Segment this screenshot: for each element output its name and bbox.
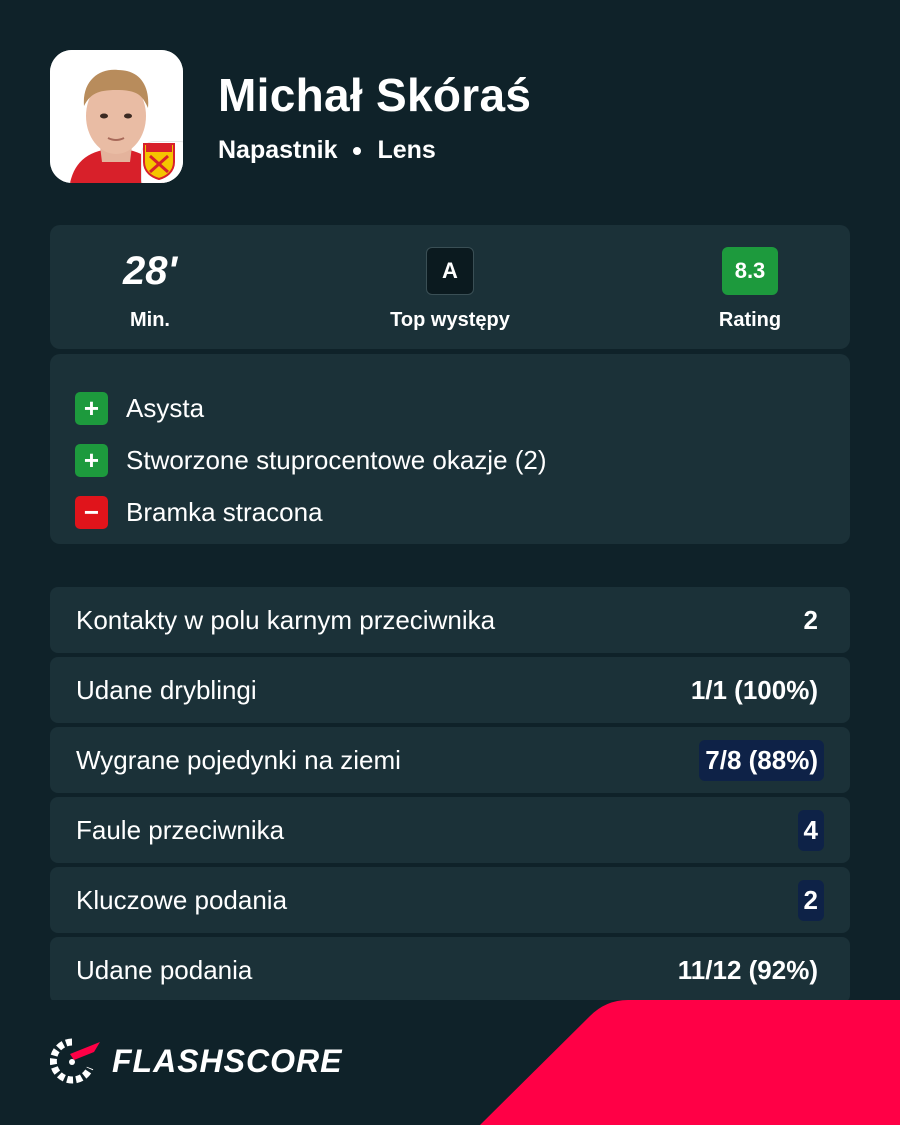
event-label: Bramka stracona	[126, 496, 323, 527]
plus-icon: +	[75, 391, 108, 425]
player-header: Michał Skóraś Napastnik Lens	[50, 50, 850, 190]
event-label: Stworzone stuprocentowe okazje (2)	[126, 444, 547, 475]
player-meta: Napastnik Lens	[218, 136, 436, 165]
club-badge-icon	[142, 142, 183, 183]
stat-value: 1/1 (100%)	[690, 674, 818, 705]
stat-label: Udane dryblingi	[76, 674, 257, 705]
player-position: Napastnik	[218, 136, 338, 164]
stat-value-highlighted: 2	[797, 879, 824, 921]
event-item: + Asysta	[75, 382, 825, 434]
stat-value: 2	[803, 604, 818, 635]
stat-row: Kluczowe podania 2	[50, 867, 850, 933]
stat-value: 11/12 (92%)	[677, 954, 818, 985]
stat-row: Wygrane pojedynki na ziemi 7/8 (88%)	[50, 727, 850, 793]
stat-label: Kluczowe podania	[76, 884, 288, 915]
top-performance-badge: A	[426, 247, 474, 295]
top-performance-block: A Top występy	[350, 225, 550, 349]
stats-list: Kontakty w polu karnym przeciwnika 2 Uda…	[50, 587, 850, 1007]
stat-row: Udane dryblingi 1/1 (100%)	[50, 657, 850, 723]
event-item: − Bramka stracona	[75, 486, 825, 538]
minutes-value: 28'	[122, 249, 177, 293]
brand-name: FLASHSCORE	[112, 1042, 343, 1079]
separator-dot	[353, 146, 362, 155]
stat-label: Kontakty w polu karnym przeciwnika	[76, 604, 496, 635]
flashscore-logo-icon	[50, 1038, 100, 1084]
event-item: + Stworzone stuprocentowe okazje (2)	[75, 434, 825, 486]
player-club: Lens	[377, 136, 436, 164]
match-events: + Asysta + Stworzone stuprocentowe okazj…	[50, 354, 850, 544]
flashscore-logo: FLASHSCORE	[50, 1038, 342, 1084]
rating-block: 8.3 Rating	[650, 225, 850, 349]
minutes-block: 28' Min.	[50, 225, 250, 349]
plus-icon: +	[75, 443, 108, 477]
stat-row: Kontakty w polu karnym przeciwnika 2	[50, 587, 850, 653]
event-label: Asysta	[126, 392, 205, 423]
player-avatar	[50, 50, 183, 183]
stat-row: Udane podania 11/12 (92%)	[50, 937, 850, 1003]
stat-row: Faule przeciwnika 4	[50, 797, 850, 863]
rating-badge: 8.3	[722, 247, 778, 295]
minutes-label: Min.	[130, 309, 170, 331]
player-name: Michał Skóraś	[218, 69, 532, 121]
top-performance-label: Top występy	[390, 309, 510, 331]
stat-value-highlighted: 7/8 (88%)	[699, 739, 824, 781]
stat-label: Udane podania	[76, 954, 253, 985]
stat-value-highlighted: 4	[797, 809, 824, 851]
stat-label: Faule przeciwnika	[76, 814, 285, 845]
match-summary: 28' Min. A Top występy 8.3 Rating	[50, 225, 850, 349]
minus-icon: −	[75, 495, 108, 529]
rating-label: Rating	[718, 309, 782, 331]
stat-label: Wygrane pojedynki na ziemi	[76, 744, 401, 775]
